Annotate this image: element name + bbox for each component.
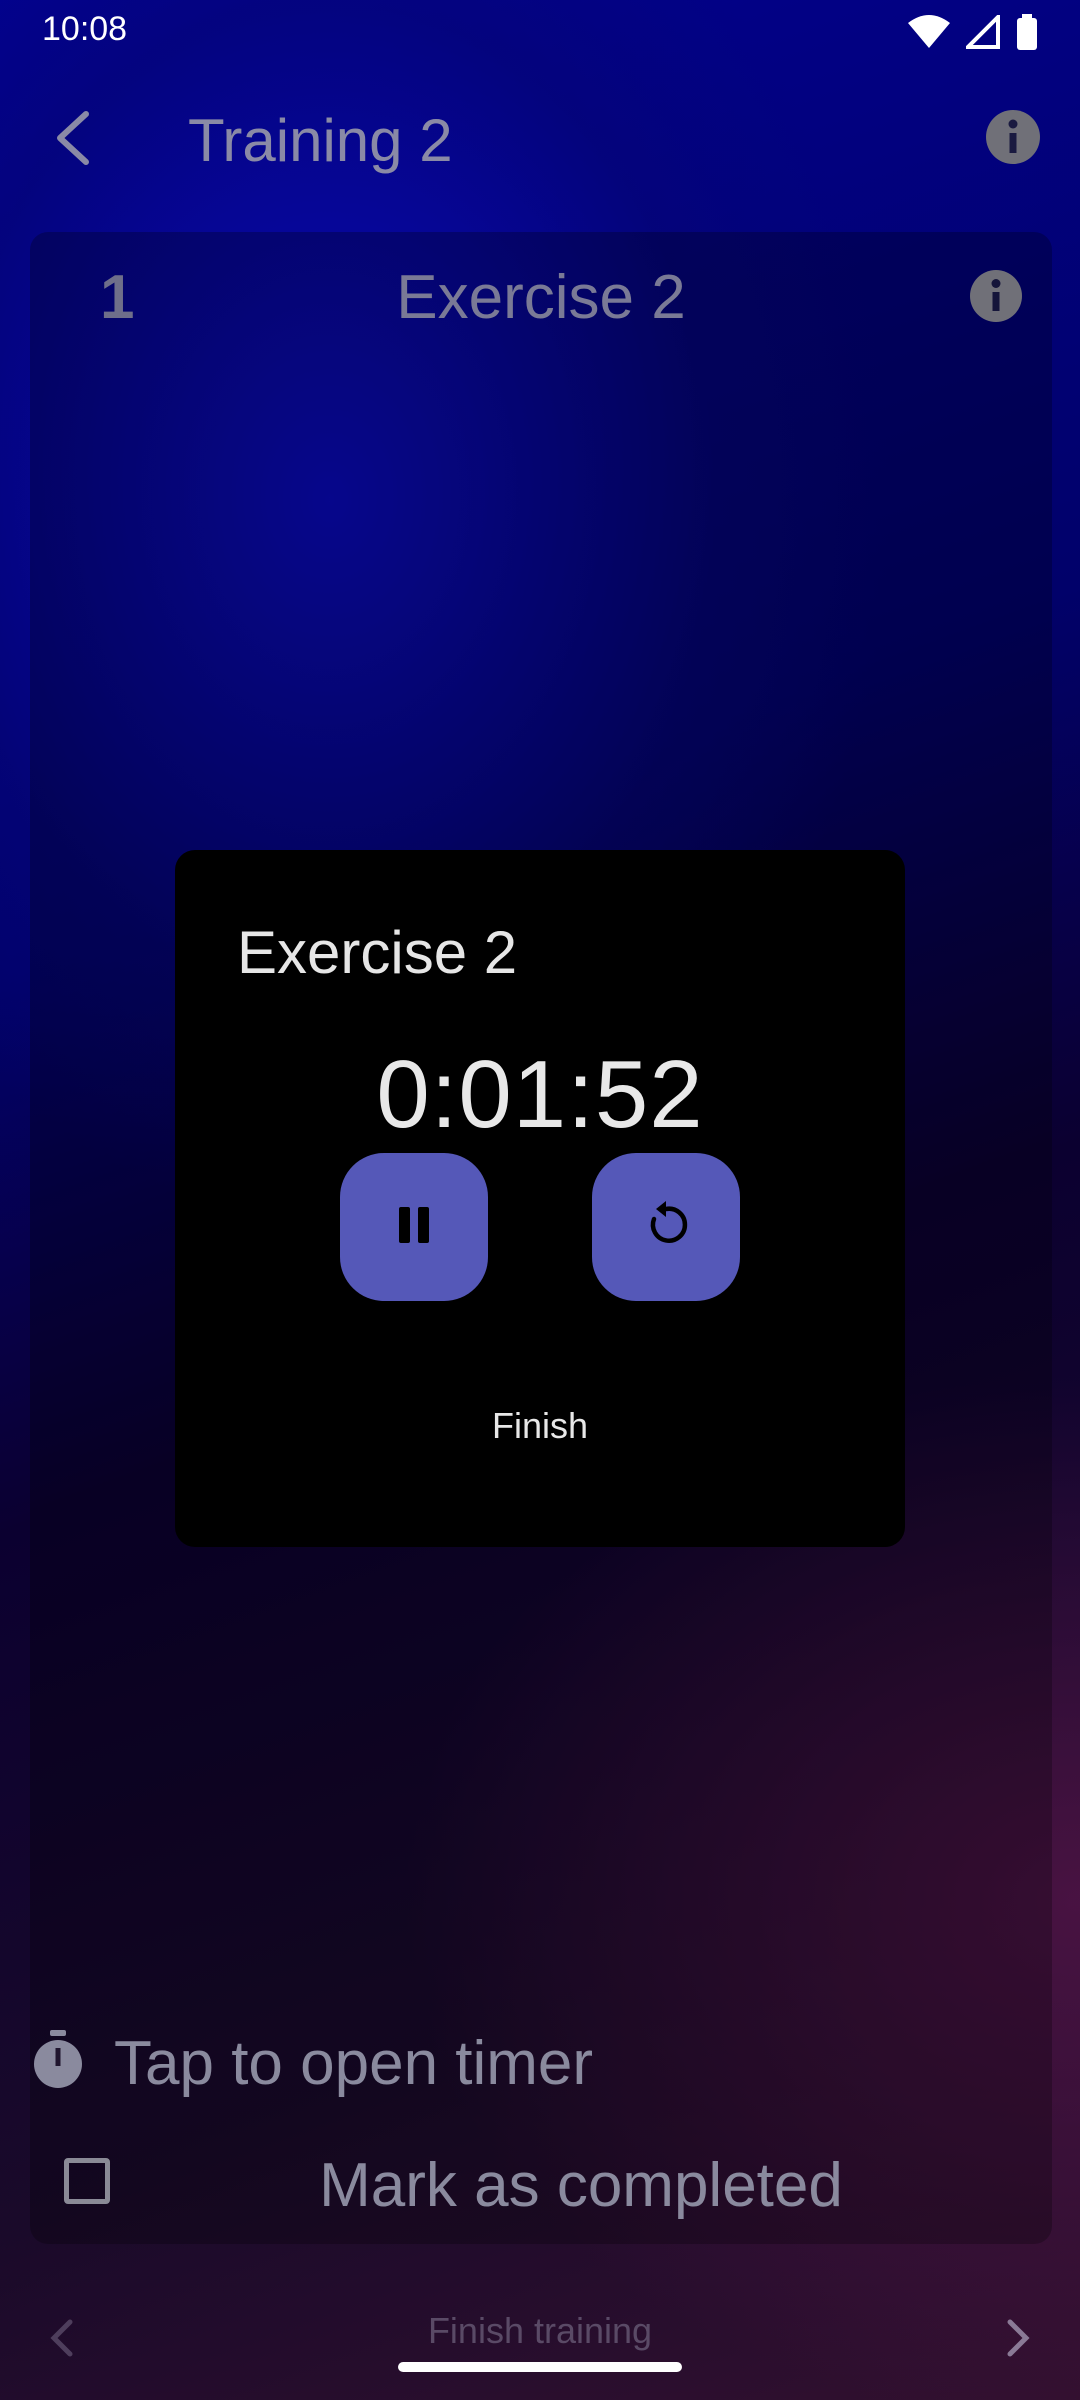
open-timer-label: Tap to open timer — [114, 2029, 594, 2098]
mark-completed-row[interactable]: Mark as completed — [30, 2132, 1052, 2232]
status-bar: 10:08 — [0, 0, 1080, 64]
status-time: 10:08 — [42, 10, 128, 48]
wifi-icon — [908, 15, 950, 54]
finish-button[interactable]: Finish — [175, 1405, 905, 1447]
screen: 10:08 Training 2 1 Exercise 2 Tap to ope… — [0, 0, 1080, 2400]
cellular-signal-icon — [963, 12, 1000, 54]
page-title: Training 2 — [188, 107, 453, 174]
open-timer-row[interactable]: Tap to open timer — [30, 2012, 1052, 2102]
exercise-info-icon[interactable] — [968, 268, 1024, 324]
timer-dialog: Exercise 2 0:01:52 Finish — [175, 850, 905, 1547]
dialog-title: Exercise 2 — [237, 919, 518, 986]
chevron-right-icon[interactable] — [1006, 2318, 1030, 2358]
back-arrow-icon[interactable] — [48, 108, 100, 168]
timer-display: 0:01:52 — [376, 1041, 704, 1148]
battery-icon — [1016, 14, 1038, 55]
stopwatch-icon — [32, 2030, 84, 2090]
pause-button[interactable] — [340, 1153, 488, 1301]
info-icon[interactable] — [984, 108, 1042, 166]
reset-button[interactable] — [592, 1153, 740, 1301]
reset-icon — [640, 1199, 692, 1256]
exercise-title: Exercise 2 — [396, 263, 686, 332]
pause-icon — [396, 1205, 432, 1250]
mark-completed-label: Mark as completed — [319, 2151, 843, 2220]
status-icons — [908, 12, 1038, 55]
home-indicator[interactable] — [398, 2362, 682, 2372]
app-bar: Training 2 — [0, 70, 1080, 200]
finish-training-button[interactable]: Finish training — [0, 2310, 1080, 2352]
